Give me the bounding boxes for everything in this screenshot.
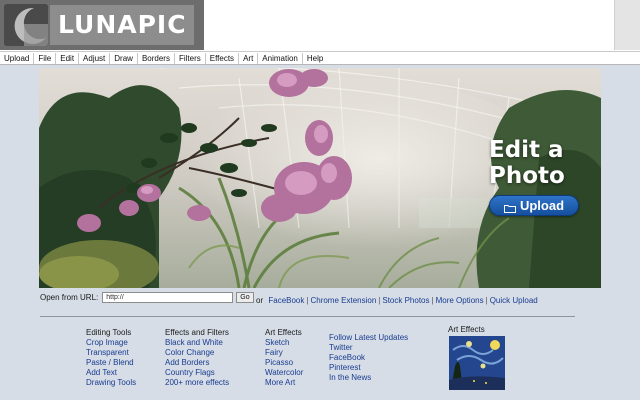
link-stock-photos[interactable]: Stock Photos (382, 296, 429, 305)
starry-night-thumbnail[interactable] (449, 336, 505, 390)
url-label: Open from URL: (40, 292, 99, 302)
follow-column: Follow Latest Updates Twitter FaceBook P… (329, 333, 408, 383)
crescent-moon-icon (4, 4, 48, 46)
link-country-flags[interactable]: Country Flags (165, 368, 229, 378)
link-sketch[interactable]: Sketch (265, 338, 303, 348)
link-quick-upload[interactable]: Quick Upload (490, 296, 538, 305)
link-more-art[interactable]: More Art (265, 378, 303, 388)
separator: | (485, 296, 488, 305)
art-effects-column: Art Effects Sketch Fairy Picasso Waterco… (265, 328, 303, 388)
logo-text: LUNAPIC (50, 5, 194, 45)
editing-tools-heading: Editing Tools (86, 328, 132, 337)
hero-title: Edit a Photo (489, 137, 599, 189)
link-more-options[interactable]: More Options (436, 296, 484, 305)
link-add-borders[interactable]: Add Borders (165, 358, 229, 368)
link-fairy[interactable]: Fairy (265, 348, 303, 358)
separator: | (431, 296, 434, 305)
art-effects-heading: Art Effects (265, 328, 302, 337)
link-color-change[interactable]: Color Change (165, 348, 229, 358)
link-paste-blend[interactable]: Paste / Blend (86, 358, 136, 368)
menu-filters[interactable]: Filters (175, 52, 206, 64)
link-facebook-footer[interactable]: FaceBook (329, 353, 408, 363)
header: LUNAPIC (0, 0, 640, 52)
hero-title-line2: Photo (489, 163, 565, 189)
effects-heading: Effects and Filters (165, 328, 229, 337)
link-follow-updates[interactable]: Follow Latest Updates (329, 333, 408, 343)
separator: | (306, 296, 309, 305)
menubar: Upload File Edit Adjust Draw Borders Fil… (0, 51, 640, 65)
link-chrome-extension[interactable]: Chrome Extension (310, 296, 376, 305)
link-watercolor[interactable]: Watercolor (265, 368, 303, 378)
link-drawing-tools[interactable]: Drawing Tools (86, 378, 136, 388)
upload-button-label: Upload (519, 198, 565, 213)
upload-options-links: or FaceBook | Chrome Extension | Stock Photo… (256, 296, 538, 306)
url-input[interactable] (102, 291, 234, 303)
menu-help[interactable]: Help (303, 53, 327, 64)
link-crop-image[interactable]: Crop Image (86, 338, 136, 348)
link-pinterest[interactable]: Pinterest (329, 363, 408, 373)
hero-banner[interactable]: Edit a Photo Upload (39, 68, 601, 288)
menu-edit[interactable]: Edit (56, 52, 80, 64)
menu-art[interactable]: Art (239, 52, 259, 64)
separator: | (378, 296, 381, 305)
editing-tools-column: Editing Tools Crop Image Transparent Pas… (86, 328, 136, 388)
link-in-the-news[interactable]: In the News (329, 373, 408, 383)
menu-file[interactable]: File (34, 52, 57, 64)
art-preview-heading: Art Effects (448, 325, 485, 334)
folder-icon (503, 201, 516, 213)
open-url-form: Open from URL: Go (40, 291, 254, 303)
link-transparent[interactable]: Transparent (86, 348, 136, 358)
divider (40, 316, 575, 317)
hero-title-line1: Edit a (489, 137, 564, 163)
menu-draw[interactable]: Draw (110, 52, 138, 64)
links-prefix: or (256, 296, 264, 305)
link-more-effects[interactable]: 200+ more effects (165, 378, 229, 388)
menu-borders[interactable]: Borders (138, 52, 175, 64)
link-black-and-white[interactable]: Black and White (165, 338, 229, 348)
menu-effects[interactable]: Effects (206, 52, 240, 64)
menu-animation[interactable]: Animation (258, 52, 303, 64)
link-add-text[interactable]: Add Text (86, 368, 136, 378)
ad-box (614, 0, 640, 50)
go-button[interactable]: Go (236, 291, 254, 303)
effects-column: Effects and Filters Black and White Colo… (165, 328, 229, 388)
menu-upload[interactable]: Upload (0, 52, 35, 64)
link-twitter[interactable]: Twitter (329, 343, 408, 353)
link-picasso[interactable]: Picasso (265, 358, 303, 368)
art-preview-heading-wrap: Art Effects (448, 325, 485, 335)
menu-adjust[interactable]: Adjust (79, 52, 111, 64)
upload-button[interactable]: Upload (489, 195, 579, 216)
lunapic-logo[interactable]: LUNAPIC (0, 0, 204, 50)
link-facebook[interactable]: FaceBook (268, 296, 304, 305)
